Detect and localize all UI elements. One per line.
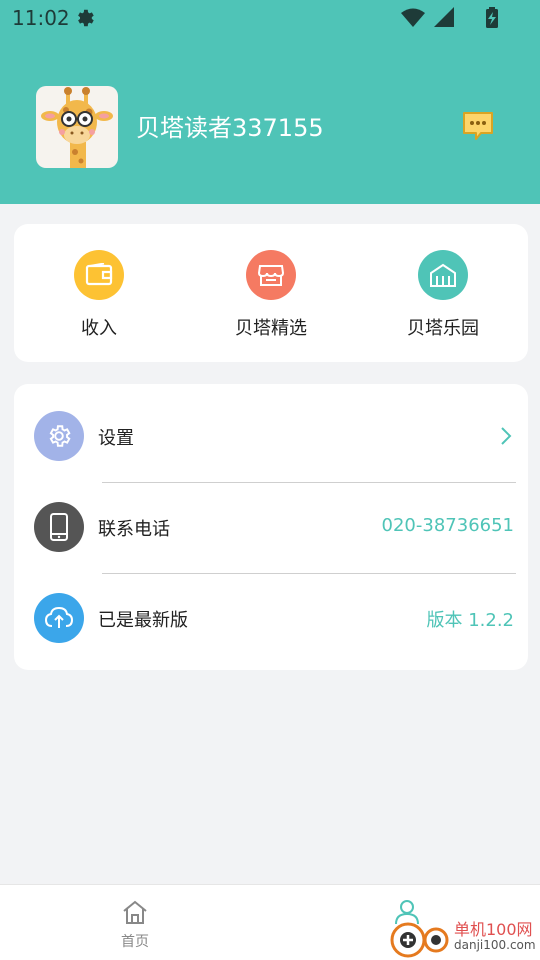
wifi-icon	[401, 8, 425, 27]
signal-icon	[434, 7, 454, 27]
giraffe-avatar-icon	[41, 87, 113, 168]
list-item-label: 联系电话	[98, 519, 170, 540]
quick-action-label: 贝塔精选	[235, 318, 307, 339]
profile-header: 11:02 贝塔读者337155	[0, 0, 540, 204]
settings-list-card: 设置 联系电话 020-38736651 已是最新版 版本 1.2.2	[14, 384, 528, 670]
home-icon	[123, 900, 147, 924]
list-item-settings[interactable]: 设置	[14, 404, 528, 468]
list-item-phone[interactable]: 联系电话 020-38736651	[14, 495, 528, 559]
avatar[interactable]	[36, 86, 118, 168]
divider	[102, 573, 516, 574]
watermark-title: 单机100网	[454, 920, 533, 939]
cloud-upload-icon	[34, 593, 84, 643]
wallet-icon	[74, 250, 124, 300]
gear-icon	[78, 9, 94, 27]
status-time: 11:02	[12, 6, 70, 30]
list-item-label: 已是最新版	[98, 610, 188, 631]
quick-action-label: 贝塔乐园	[407, 318, 479, 339]
list-item-label: 设置	[98, 428, 134, 449]
nav-home[interactable]: 首页	[100, 899, 170, 955]
divider	[102, 482, 516, 483]
quick-action-label: 收入	[81, 318, 117, 339]
watermark-logo-icon	[390, 922, 449, 958]
chevron-right-icon	[501, 427, 512, 445]
version-text: 版本 1.2.2	[426, 610, 514, 631]
quick-action-featured[interactable]: 贝塔精选	[196, 250, 346, 340]
page: 11:02 贝塔读者337155 收入 贝塔精选 贝塔乐园 设置 联系电话 02…	[0, 0, 540, 960]
status-bar: 11:02	[0, 0, 540, 36]
castle-icon	[418, 250, 468, 300]
message-icon[interactable]	[461, 110, 495, 142]
status-icons	[401, 7, 498, 28]
watermark-url: danji100.com	[454, 938, 536, 952]
quick-action-income[interactable]: 收入	[24, 250, 174, 340]
battery-charging-icon	[486, 7, 498, 28]
quick-actions-card: 收入 贝塔精选 贝塔乐园	[14, 224, 528, 362]
phone-icon	[34, 502, 84, 552]
phone-number[interactable]: 020-38736651	[382, 515, 514, 536]
watermark: 单机100网 danji100.com	[390, 916, 540, 960]
list-item-version[interactable]: 已是最新版 版本 1.2.2	[14, 586, 528, 650]
quick-action-park[interactable]: 贝塔乐园	[368, 250, 518, 340]
username: 贝塔读者337155	[136, 114, 324, 142]
nav-home-label: 首页	[121, 934, 149, 950]
store-icon	[246, 250, 296, 300]
gear-icon	[34, 411, 84, 461]
